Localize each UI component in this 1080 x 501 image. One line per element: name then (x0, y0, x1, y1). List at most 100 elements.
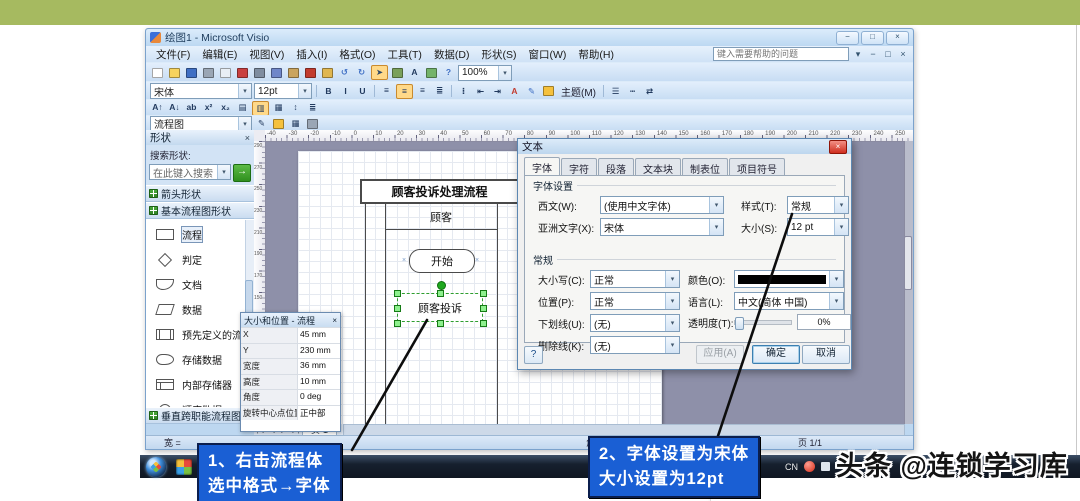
stencil-arrow-shapes[interactable]: 箭头形状 (146, 185, 254, 202)
stencil-basic-flowchart[interactable]: 基本流程图形状 (146, 202, 254, 219)
text-dialog-title-bar[interactable]: 文本 × (518, 139, 851, 154)
dropdown-arrow-icon[interactable]: ▾ (238, 84, 251, 98)
start-shape[interactable]: 开始 (409, 249, 475, 273)
vertical-scrollbar-thumb[interactable] (904, 236, 912, 290)
selection-handle[interactable] (480, 320, 487, 327)
size-position-value[interactable]: 0 deg (298, 390, 340, 405)
help-icon[interactable]: ? (441, 66, 456, 79)
strikethrough-icon[interactable]: ab (184, 101, 199, 114)
shape-item-decision[interactable]: 判定 (146, 247, 254, 272)
bullets-icon[interactable]: ⁝ (456, 85, 471, 98)
italic-icon[interactable]: I (338, 85, 353, 98)
language-combo[interactable]: 中文(简体 中国) ▾ (734, 292, 844, 310)
dropdown-arrow-icon[interactable]: ▾ (829, 293, 843, 309)
strikethrough-combo[interactable]: (无) ▾ (590, 336, 680, 354)
font-name-combo[interactable]: 宋体 ▾ (150, 83, 252, 99)
open-icon[interactable] (167, 66, 182, 79)
close-button[interactable]: × (886, 30, 909, 45)
dropdown-arrow-icon[interactable]: ▾ (498, 65, 511, 80)
decrease-font-icon[interactable]: A↓ (167, 101, 182, 114)
dropdown-arrow-icon[interactable]: ▾ (238, 116, 251, 131)
align-right-icon[interactable]: ≡ (415, 84, 430, 97)
menu-数据D[interactable]: 数据(D) (428, 48, 476, 62)
new-icon[interactable] (150, 66, 165, 79)
subscript-icon[interactable]: x₂ (218, 101, 233, 114)
menu-窗口W[interactable]: 窗口(W) (523, 48, 573, 62)
grid-icon[interactable]: ▦ (288, 117, 303, 130)
text-dialog-close-icon[interactable]: × (829, 139, 847, 154)
dropdown-arrow-icon[interactable]: ▾ (665, 337, 679, 353)
swimlane-header[interactable]: 顾客 (385, 204, 497, 230)
menu-编辑E[interactable]: 编辑(E) (196, 48, 243, 62)
doc-close-icon[interactable]: × (897, 49, 909, 59)
title-bar[interactable]: 绘图1 - Microsoft Visio − □ × (146, 29, 913, 46)
minimize-button[interactable]: − (836, 30, 859, 45)
language-indicator[interactable]: CN (785, 462, 798, 472)
print-icon[interactable] (201, 66, 216, 79)
menu-帮助H[interactable]: 帮助(H) (572, 48, 620, 62)
increase-indent-icon[interactable]: ⇥ (490, 85, 505, 98)
pointer-tool-icon[interactable]: ➤ (371, 65, 388, 80)
fill-color-icon[interactable] (541, 85, 556, 98)
size-position-value[interactable]: 230 mm (298, 344, 340, 359)
underline-combo[interactable]: (无) ▾ (590, 314, 680, 332)
size-position-value[interactable]: 36 mm (298, 359, 340, 374)
save-icon[interactable] (184, 66, 199, 79)
text-top-icon[interactable]: ▤ (235, 101, 250, 114)
size-position-value[interactable]: 45 mm (298, 328, 340, 343)
dropdown-arrow-icon[interactable]: ▾ (217, 165, 230, 179)
selected-process-shape[interactable]: 顾客投诉 (397, 293, 483, 322)
cancel-button[interactable]: 取消 (802, 345, 850, 364)
size-position-value[interactable]: 10 mm (298, 375, 340, 390)
theme-button[interactable]: 主题(M) (558, 84, 599, 99)
fill-tool-icon[interactable] (271, 117, 286, 130)
dialog-help-button[interactable]: ? (524, 346, 543, 364)
ok-button[interactable]: 确定 (752, 345, 800, 364)
zoom-combo[interactable]: 100% ▾ (458, 64, 512, 81)
doc-restore-icon[interactable]: □ (882, 49, 894, 59)
size-position-value[interactable]: 正中部 (298, 406, 340, 421)
spelling-icon[interactable] (235, 66, 250, 79)
tray-icon[interactable] (821, 462, 830, 471)
menu-插入I[interactable]: 插入(I) (290, 48, 333, 62)
theme-icon[interactable] (424, 66, 439, 79)
selection-handle[interactable] (437, 320, 444, 327)
selection-handle[interactable] (480, 290, 487, 297)
dropdown-arrow-icon[interactable]: ▾ (834, 197, 848, 213)
menu-视图V[interactable]: 视图(V) (243, 48, 290, 62)
selection-handle[interactable] (394, 290, 401, 297)
taskbar-app-icon[interactable] (176, 458, 192, 475)
dropdown-arrow-icon[interactable]: ▾ (298, 84, 311, 98)
text-bottom-icon[interactable]: ▦ (271, 101, 286, 114)
shapes-panel-header[interactable]: 形状 × (146, 130, 254, 145)
menu-工具T[interactable]: 工具(T) (382, 48, 428, 62)
connector-tool-icon[interactable] (390, 66, 405, 79)
cut-icon[interactable] (252, 66, 267, 79)
shape-item-stored[interactable]: 存储数据 (146, 347, 254, 372)
asian-font-combo[interactable]: 宋体 ▾ (600, 218, 724, 236)
selection-handle[interactable] (394, 320, 401, 327)
decrease-indent-icon[interactable]: ⇤ (473, 85, 488, 98)
stencil-cross-functional[interactable]: 垂直跨职能流程图 ... (146, 407, 254, 424)
vertical-scrollbar[interactable] (904, 141, 913, 424)
dropdown-arrow-icon[interactable]: ▾ (665, 293, 679, 309)
case-combo[interactable]: 正常 ▾ (590, 270, 680, 288)
font-color-icon[interactable]: A (507, 85, 522, 98)
align-left-icon[interactable]: ≡ (379, 84, 394, 97)
line-pattern-icon[interactable]: ┅ (625, 85, 640, 98)
spacing-down-icon[interactable]: ≣ (305, 101, 320, 114)
position-combo[interactable]: 正常 ▾ (590, 292, 680, 310)
font-size-combo[interactable]: 12pt ▾ (254, 83, 312, 99)
line-ends-icon[interactable]: ⇄ (642, 85, 657, 98)
color-combo[interactable]: ▾ (734, 270, 844, 288)
style-combo[interactable]: 常规 ▾ (787, 196, 849, 214)
print-preview-icon[interactable] (218, 66, 233, 79)
redo-icon[interactable]: ↻ (354, 66, 369, 79)
shape-search-combo[interactable]: 在此键入搜索 ▾ (149, 164, 231, 180)
dropdown-arrow-icon[interactable]: ▾ (829, 271, 843, 287)
line-weight-icon[interactable]: ☰ (608, 85, 623, 98)
undo-icon[interactable]: ↺ (337, 66, 352, 79)
size-position-title-bar[interactable]: 大小和位置 - 流程 × (241, 313, 340, 327)
pencil-tool-icon[interactable]: ✎ (254, 117, 269, 130)
dropdown-arrow-icon[interactable]: ▾ (709, 219, 723, 235)
